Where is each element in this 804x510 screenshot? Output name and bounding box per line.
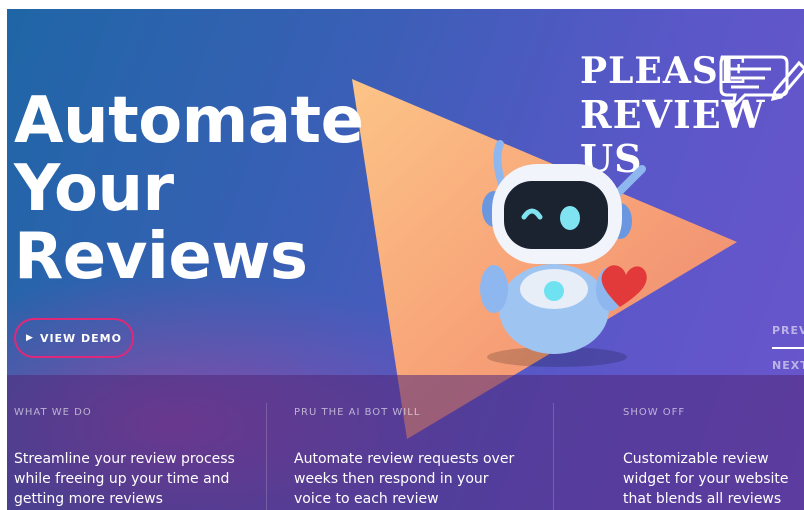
play-icon: ▶ <box>26 333 34 343</box>
feature-label: WHAT WE DO <box>14 407 92 418</box>
robot-mascot <box>480 140 647 367</box>
feature-text: Streamline your review process while fre… <box>14 451 235 507</box>
column-divider <box>266 403 267 510</box>
headline-line-1: Automate <box>14 84 364 158</box>
feature-label: SHOW OFF <box>623 407 686 418</box>
hero-headline: Automate Your Reviews <box>14 87 364 291</box>
prev-button[interactable]: PREV <box>772 324 804 337</box>
slider-nav: PREV NEXT <box>772 324 804 372</box>
next-button[interactable]: NEXT <box>772 359 804 372</box>
view-demo-button[interactable]: ▶ VIEW DEMO <box>14 318 134 358</box>
speech-bubble-pen-icon <box>719 55 804 112</box>
headline-line-3: Reviews <box>14 220 308 294</box>
view-demo-label: VIEW DEMO <box>39 331 122 345</box>
feature-text: Automate review requests over weeks then… <box>294 451 515 507</box>
feature-label: PRU THE AI BOT WILL <box>294 407 421 418</box>
features-panel: WHAT WE DO Streamline your review proces… <box>7 375 804 510</box>
column-divider <box>553 403 554 510</box>
nav-indicator <box>772 347 804 349</box>
headline-line-2: Your <box>14 152 174 226</box>
hero-banner: Automate Your Reviews ▶ VIEW DEMO PLEASE… <box>7 9 804 510</box>
feature-text: Customizable review widget for your webs… <box>623 451 789 507</box>
